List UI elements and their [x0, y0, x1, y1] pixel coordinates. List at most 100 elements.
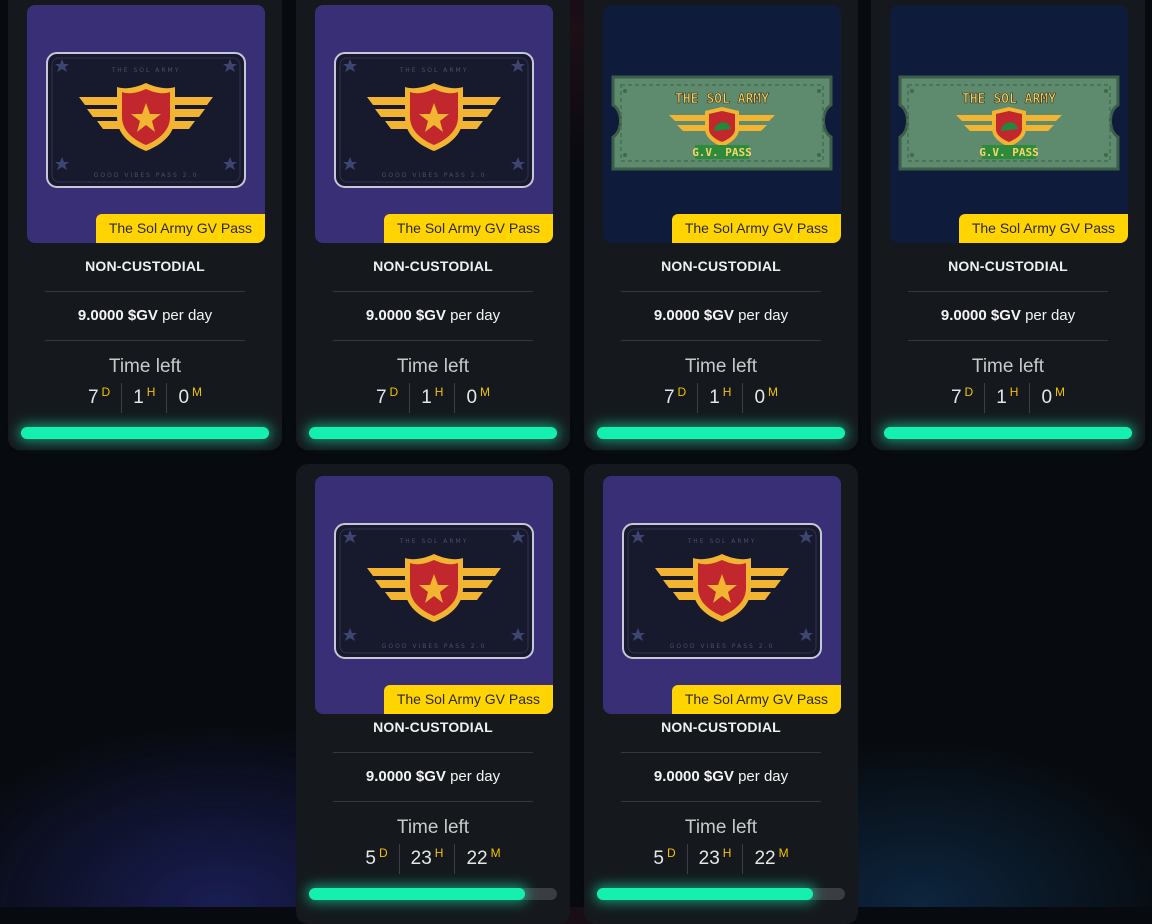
divider: [908, 340, 1108, 341]
svg-text:THE SOL ARMY: THE SOL ARMY: [399, 538, 469, 545]
reward-period: per day: [738, 768, 789, 785]
reward-rate: 9.0000 $GV per day: [8, 307, 282, 324]
countdown-hours: 1H: [984, 383, 1029, 413]
reward-period: per day: [450, 768, 501, 785]
divider: [621, 340, 821, 341]
countdown: 7D 1H 0M: [296, 383, 570, 413]
countdown-hours: 23 H: [398, 844, 455, 874]
countdown-hours: 23 H: [686, 844, 743, 874]
time-left-label: Time left: [684, 817, 758, 838]
countdown: 7D 1H 0M: [8, 383, 282, 413]
custody-label: NON-CUSTODIAL: [373, 719, 493, 735]
nft-image[interactable]: THE SOL ARMY GOOD VIBES PASS 2.0 The Sol…: [603, 476, 841, 714]
collection-tag: The Sol Army GV Pass: [383, 214, 553, 243]
divider: [333, 291, 533, 292]
svg-text:G.V. PASS: G.V. PASS: [692, 146, 752, 159]
progress-bar: [309, 888, 557, 900]
time-left-label: Time left: [108, 356, 182, 377]
countdown-minutes: 0M: [454, 383, 501, 413]
countdown-hours: 1H: [409, 383, 454, 413]
reward-amount: 9.0000 $GV: [940, 307, 1021, 324]
countdown-days: 5D: [365, 846, 388, 869]
nft-image[interactable]: THE SOL ARMY GOOD VIBES PASS 2.0 The Sol…: [315, 5, 553, 243]
progress-bar: [309, 427, 557, 439]
collection-tag: The Sol Army GV Pass: [958, 214, 1128, 243]
nft-card[interactable]: THE SOL ARMY GOOD VIBES PASS 2.0 The Sol…: [584, 464, 858, 924]
reward-rate: 9.0000 $GV per day: [584, 307, 858, 324]
reward-period: per day: [738, 307, 789, 324]
nft-card[interactable]: THE SOL ARMY GOOD VIBES PASS 2.0 The Sol…: [296, 464, 570, 924]
reward-amount: 9.0000 $GV: [365, 768, 446, 785]
nft-image[interactable]: THE SOL ARMY GOOD VIBES PASS 2.0 The Sol…: [27, 5, 265, 243]
countdown: 5D 23 H 22 M: [296, 844, 570, 874]
progress-fill: [597, 888, 813, 900]
countdown-minutes: 0M: [1029, 383, 1076, 413]
custody-label: NON-CUSTODIAL: [373, 258, 493, 274]
countdown-days: 5D: [653, 846, 676, 869]
reward-period: per day: [450, 307, 501, 324]
svg-text:GOOD VIBES PASS 2.0: GOOD VIBES PASS 2.0: [670, 643, 775, 650]
nft-card[interactable]: THE SOL ARMY GOOD VIBES PASS 2.0 The Sol…: [8, 0, 282, 450]
countdown-hours: 1H: [121, 383, 166, 413]
countdown-minutes: 22 M: [454, 844, 511, 874]
reward-amount: 9.0000 $GV: [653, 768, 734, 785]
nft-image[interactable]: THE SOL ARMY GOOD VIBES PASS 2.0 The Sol…: [315, 476, 553, 714]
progress-fill: [309, 888, 525, 900]
divider: [333, 340, 533, 341]
collection-tag: The Sol Army GV Pass: [671, 685, 841, 714]
progress-bar: [597, 427, 845, 439]
svg-text:GOOD VIBES PASS 2.0: GOOD VIBES PASS 2.0: [382, 643, 487, 650]
custody-label: NON-CUSTODIAL: [948, 258, 1068, 274]
progress-bar: [597, 888, 845, 900]
collection-tag: The Sol Army GV Pass: [671, 214, 841, 243]
countdown-minutes: 22 M: [742, 844, 799, 874]
svg-text:G.V. PASS: G.V. PASS: [979, 146, 1039, 159]
nft-image[interactable]: THE SOL ARMY G.V. PASS The Sol Army GV P…: [890, 5, 1128, 243]
reward-period: per day: [1025, 307, 1076, 324]
divider: [333, 801, 533, 802]
divider: [908, 291, 1108, 292]
time-left-label: Time left: [971, 356, 1045, 377]
collection-tag: The Sol Army GV Pass: [383, 685, 553, 714]
reward-rate: 9.0000 $GV per day: [296, 768, 570, 785]
reward-rate: 9.0000 $GV per day: [296, 307, 570, 324]
custody-label: NON-CUSTODIAL: [661, 719, 781, 735]
countdown: 5D 23 H 22 M: [584, 844, 858, 874]
countdown-hours: 1H: [697, 383, 742, 413]
nft-card[interactable]: THE SOL ARMY G.V. PASS The Sol Army GV P…: [584, 0, 858, 450]
svg-text:THE SOL ARMY: THE SOL ARMY: [111, 67, 181, 74]
countdown-minutes: 0M: [742, 383, 789, 413]
custody-label: NON-CUSTODIAL: [85, 258, 205, 274]
reward-rate: 9.0000 $GV per day: [584, 768, 858, 785]
countdown-days: 7D: [87, 385, 111, 408]
time-left-label: Time left: [396, 356, 470, 377]
countdown-minutes: 0M: [166, 383, 213, 413]
svg-text:THE SOL ARMY: THE SOL ARMY: [675, 92, 769, 107]
nft-card[interactable]: THE SOL ARMY GOOD VIBES PASS 2.0 The Sol…: [296, 0, 570, 450]
nft-image[interactable]: THE SOL ARMY G.V. PASS The Sol Army GV P…: [603, 5, 841, 243]
divider: [621, 801, 821, 802]
nft-card[interactable]: THE SOL ARMY G.V. PASS The Sol Army GV P…: [871, 0, 1145, 450]
progress-bar: [21, 427, 269, 439]
divider: [45, 340, 245, 341]
svg-text:THE SOL ARMY: THE SOL ARMY: [962, 92, 1056, 107]
progress-bar: [884, 427, 1132, 439]
divider: [333, 752, 533, 753]
countdown: 7D 1H 0M: [584, 383, 858, 413]
custody-label: NON-CUSTODIAL: [661, 258, 781, 274]
time-left-label: Time left: [684, 356, 758, 377]
countdown-days: 7D: [950, 385, 974, 408]
collection-tag: The Sol Army GV Pass: [95, 214, 265, 243]
svg-text:GOOD VIBES PASS 2.0: GOOD VIBES PASS 2.0: [94, 172, 199, 179]
reward-rate: 9.0000 $GV per day: [871, 307, 1145, 324]
svg-text:THE SOL ARMY: THE SOL ARMY: [399, 67, 469, 74]
reward-amount: 9.0000 $GV: [365, 307, 446, 324]
countdown-days: 7D: [663, 385, 687, 408]
progress-fill: [884, 427, 1132, 439]
divider: [621, 291, 821, 292]
progress-fill: [21, 427, 269, 439]
reward-amount: 9.0000 $GV: [653, 307, 734, 324]
reward-period: per day: [162, 307, 213, 324]
countdown-days: 7D: [375, 385, 399, 408]
svg-text:GOOD VIBES PASS 2.0: GOOD VIBES PASS 2.0: [382, 172, 487, 179]
